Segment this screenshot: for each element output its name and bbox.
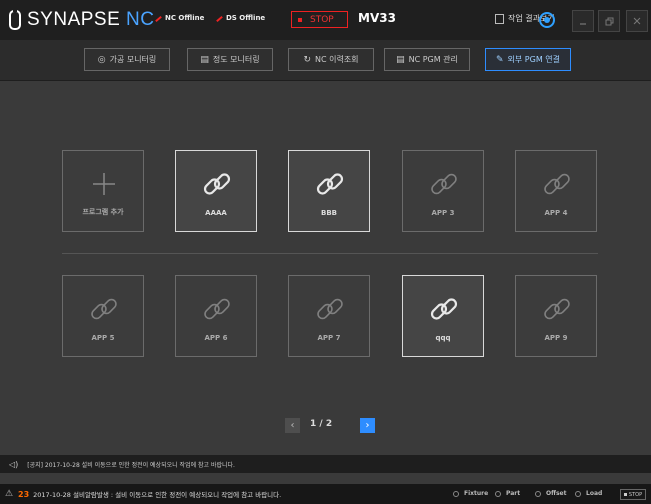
tile-label: 프로그램 추가 [82,208,124,216]
chevron-right-icon: › [365,420,370,431]
load-label: Load [586,490,603,497]
tile-label: qqq [435,334,451,342]
tile-label: AAAA [205,209,227,217]
tab-process-monitoring[interactable]: ◎ 가공 모니터링 [84,48,170,71]
status-indicator-icon [216,15,223,22]
radio-icon [453,490,459,497]
radio-icon [535,490,541,497]
nc-status: NC Offline [155,14,204,22]
tab-label: 외부 PGM 연결 [507,55,560,64]
link-icon [316,173,344,195]
radio-icon [495,490,501,497]
row-divider [62,253,598,254]
tab-label: NC 이력조회 [314,55,359,64]
link-icon [431,173,457,195]
part-indicator: Part [495,490,520,497]
tab-bar: ◎ 가공 모니터링 ▤ 정도 모니터링 ↻ NC 이력조회 ▤ NC PGM 관리 ✎ 외… [0,40,651,81]
link-icon [430,298,458,320]
link-icon: ✎ [496,54,504,65]
tab-nc-history[interactable]: ↻ NC 이력조회 [288,48,374,71]
radio-icon [575,490,581,497]
logo-text: SYNAPSE NC [27,9,155,30]
restore-icon [605,17,613,25]
tab-label: NC PGM 관리 [408,55,458,64]
minimize-button[interactable] [572,10,594,32]
chevron-left-icon: ‹ [290,420,295,431]
page-indicator: 1 / 2 [310,419,333,429]
tile-label: APP 7 [317,334,341,342]
fixture-label: Fixture [464,490,489,497]
close-button[interactable] [626,10,648,32]
alarm-count: 23 [18,489,30,499]
run-state-badge: STOP [291,11,348,28]
add-program-tile[interactable]: 프로그램 추가 [62,150,144,232]
link-icon [203,173,231,195]
offset-label: Offset [546,490,567,497]
settings-icon[interactable] [539,12,555,28]
stop-icon [623,493,627,496]
history-icon: ↻ [303,54,311,65]
status-indicator-icon [155,15,162,22]
table-icon: ▤ [200,54,209,65]
monitor-icon: ◎ [97,54,106,65]
stop-label: STOP [628,491,643,498]
load-indicator: Load [575,490,602,497]
app-tile[interactable]: APP 9 [515,275,597,357]
restore-button[interactable] [598,10,620,32]
ds-status-label: DS Offline [226,14,266,22]
alarm-icon[interactable]: ⚠ [5,489,15,499]
prev-page-button[interactable]: ‹ [285,418,300,433]
plus-icon [93,173,115,195]
ds-status: DS Offline [216,14,265,22]
tile-label: BBB [320,209,337,217]
app-tile[interactable]: APP 3 [402,150,484,232]
offset-indicator: Offset [535,490,566,497]
tile-label: APP 4 [544,209,568,217]
app-tile[interactable]: APP 4 [515,150,597,232]
machine-name: MV33 [358,11,396,25]
program-icon: ▤ [396,54,405,65]
power-icon [9,7,21,30]
tab-nc-pgm[interactable]: ▤ NC PGM 관리 [384,48,470,71]
tab-accuracy-monitoring[interactable]: ▤ 정도 모니터링 [187,48,273,71]
run-state-label: STOP [310,14,334,25]
next-page-button[interactable]: › [360,418,375,433]
nc-status-label: NC Offline [165,14,205,22]
link-icon [544,298,570,320]
app-tile[interactable]: BBB [288,150,370,232]
tile-label: APP 6 [204,334,228,342]
stop-indicator: STOP [620,489,646,500]
app-tile[interactable]: APP 7 [288,275,370,357]
link-icon [544,173,570,195]
tab-label: 정도 모니터링 [212,55,260,64]
app-tile[interactable]: APP 5 [62,275,144,357]
app-tile[interactable]: APP 6 [175,275,257,357]
document-icon [495,13,504,24]
app-tile[interactable]: qqq [402,275,484,357]
fixture-indicator: Fixture [453,490,488,497]
tile-label: APP 5 [91,334,115,342]
app-tile[interactable]: AAAA [175,150,257,232]
notice-bar: ◁) [공지] 2017-10-28 설비 이동으로 인한 정전이 예상되오니 … [0,455,651,473]
link-icon [317,298,343,320]
tile-label: APP 3 [431,209,455,217]
tile-label: APP 9 [544,334,568,342]
stop-icon [298,17,302,22]
minimize-icon [580,23,586,25]
notice-text: [공지] 2017-10-28 설비 이동으로 인한 정전이 예상되오니 작업에… [27,461,235,469]
link-icon [204,298,230,320]
program-grid: 프로그램 추가 AAAA BBB APP 3 APP 4 APP 5 APP 6… [0,81,651,451]
close-icon [633,17,641,25]
part-label: Part [506,490,521,497]
link-icon [91,298,117,320]
speaker-icon: ◁) [9,459,19,469]
tab-external-pgm[interactable]: ✎ 외부 PGM 연결 [485,48,571,71]
tab-label: 가공 모니터링 [109,55,157,64]
title-bar: SYNAPSE NC NC Offline DS Offline STOP MV… [0,0,651,40]
alarm-message: 2017-10-28 설비알람발생 : 설비 이동으로 인한 정전이 예상되오니… [33,491,282,499]
app-logo: SYNAPSE NC [9,7,155,31]
